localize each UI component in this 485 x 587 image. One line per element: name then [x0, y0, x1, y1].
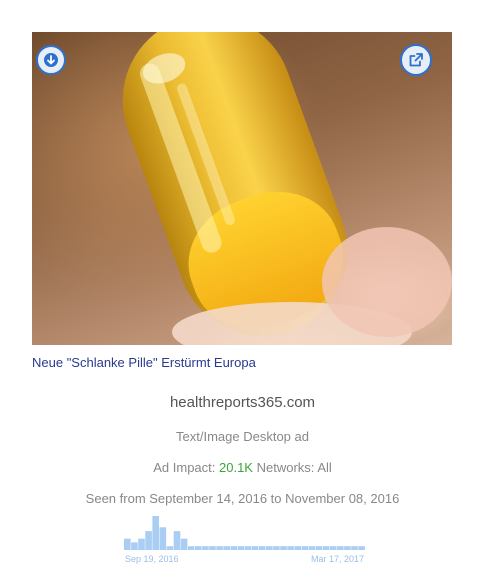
sparkline-bar — [273, 546, 280, 550]
open-external-button[interactable] — [400, 44, 432, 76]
sparkline-bar — [138, 538, 145, 550]
sparkline-bar — [166, 546, 174, 550]
sparkline-bar — [280, 546, 287, 550]
seen-date-range: Seen from September 14, 2016 to November… — [85, 491, 400, 506]
networks-value: All — [317, 460, 332, 475]
impact-value: 20.1K — [219, 460, 253, 475]
sparkline-bar — [187, 546, 195, 550]
sparkline-bar — [301, 546, 309, 550]
ad-impact-line: Ad Impact: 20.1K Networks: All — [0, 460, 485, 475]
external-link-icon — [409, 53, 423, 67]
sparkline-bar — [329, 546, 337, 550]
sparkline-bar — [315, 546, 323, 550]
sparkline-bar — [131, 542, 138, 550]
sparkline-bar — [180, 538, 188, 550]
ad-domain: healthreports365.com — [169, 394, 316, 411]
ad-image[interactable] — [32, 32, 452, 345]
sparkline-start-label: Sep 19, 2016 — [125, 554, 179, 564]
sparkline-bar — [251, 546, 259, 550]
sparkline-bar — [294, 546, 301, 550]
activity-sparkline — [124, 516, 365, 550]
sparkline-bar — [152, 516, 159, 550]
sparkline-bar — [223, 546, 230, 550]
download-button[interactable] — [36, 45, 66, 75]
sparkline-bar — [202, 546, 209, 550]
sparkline-bar — [230, 546, 238, 550]
impact-label: Ad Impact: — [153, 460, 216, 475]
ad-card: Neue "Schlanke Pille" Erstürmt Europa he… — [0, 0, 485, 587]
sparkline-bar — [308, 546, 316, 550]
sparkline-bar — [258, 546, 266, 550]
sparkline-bar — [237, 546, 245, 550]
sparkline-bar — [358, 546, 365, 550]
sparkline-bar — [344, 546, 351, 550]
sparkline-bar — [351, 546, 358, 550]
sparkline-bar — [322, 546, 330, 550]
sparkline-bar — [216, 546, 223, 550]
sparkline-bar — [124, 538, 131, 550]
ad-type-label: Text/Image Desktop ad — [176, 429, 309, 444]
sparkline-bar — [337, 546, 344, 550]
sparkline-bar — [159, 527, 167, 550]
networks-label: Networks: — [256, 460, 315, 475]
capsule-illustration — [122, 32, 452, 345]
sparkline-bar — [266, 546, 273, 550]
sparkline-bar — [173, 531, 181, 550]
sparkline-bar — [195, 546, 202, 550]
sparkline-bar — [244, 546, 252, 550]
download-arrow-icon — [44, 53, 58, 67]
sparkline-bar — [209, 546, 216, 550]
ad-headline-link[interactable]: Neue "Schlanke Pille" Erstürmt Europa — [32, 355, 452, 370]
sparkline-bar — [287, 546, 294, 550]
sparkline-bar — [145, 531, 152, 550]
sparkline-end-label: Mar 17, 2017 — [311, 554, 365, 564]
